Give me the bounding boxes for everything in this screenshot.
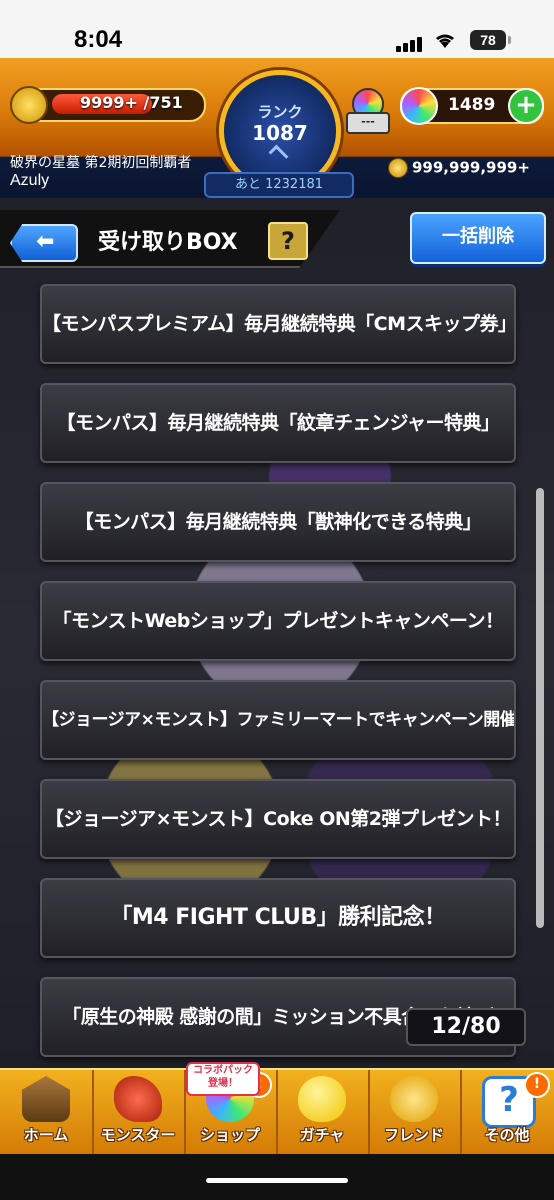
nav-label: その他 [484, 1126, 530, 1144]
stamina-icon [10, 86, 48, 124]
list-item[interactable]: 【ジョージア×モンスト】ファミリーマートでキャンペーン開催！ [40, 680, 516, 760]
gold-value: 999,999,999+ [412, 158, 530, 177]
next-rank-exp: あと 1232181 [204, 172, 354, 198]
list-item[interactable]: 「モンストWebショップ」プレゼントキャンペーン！ [40, 581, 516, 661]
message-title: 「モンストWebショップ」プレゼントキャンペーン！ [52, 610, 504, 632]
nav-label: モンスター [100, 1126, 176, 1144]
orb-slot-value: --- [346, 112, 390, 134]
help-button[interactable]: ? [268, 222, 308, 260]
message-title: 【モンパス】毎月継続特典「獣神化できる特典」 [74, 511, 482, 533]
list-item[interactable]: 【モンパスプレミアム】毎月継続特典「CMスキップ券」 [40, 284, 516, 364]
nav-gacha[interactable]: ガチャ [276, 1070, 370, 1156]
signal-icon [396, 33, 424, 52]
egg-icon [298, 1076, 346, 1122]
list-item[interactable]: 【モンパス】毎月継続特典「獣神化できる特典」 [40, 482, 516, 562]
nav-friend[interactable]: フレンド [368, 1070, 462, 1156]
rank-value: 1087 [252, 121, 308, 145]
stamina-bar[interactable]: 9999+ /751 [10, 86, 206, 124]
message-title: 【モンパスプレミアム】毎月継続特典「CMスキップ券」 [42, 313, 514, 335]
scrollbar[interactable] [536, 488, 544, 928]
list-item[interactable]: 「M4 FIGHT CLUB」勝利記念！ [40, 878, 516, 958]
orb-counter: 1489 + [400, 87, 544, 125]
nav-label: ショップ [199, 1126, 260, 1144]
nav-label: ガチャ [299, 1126, 345, 1144]
orb-count: 1489 [448, 95, 496, 115]
collab-pack-badge: コラボパック 登場！ [186, 1062, 260, 1096]
rank-label: ランク [257, 103, 303, 121]
orb-slot[interactable]: --- [346, 88, 390, 134]
dragon-icon [114, 1076, 162, 1122]
nav-label: フレンド [383, 1126, 444, 1144]
gold-coin-icon [388, 158, 408, 178]
nav-label: ホーム [23, 1126, 69, 1144]
message-title: 「M4 FIGHT CLUB」勝利記念！ [110, 905, 446, 930]
home-indicator [0, 1154, 554, 1200]
nav-monster[interactable]: モンスター [92, 1070, 186, 1156]
item-counter: 12/80 [406, 1008, 526, 1046]
inbox-screen: ⬅ 受け取りBOX ? 一括削除 【モンパスプレミアム】毎月継続特典「CMスキッ… [0, 198, 554, 1068]
nav-home[interactable]: ホーム [0, 1070, 94, 1156]
status-time: 8:04 [74, 26, 123, 53]
delete-all-button[interactable]: 一括削除 [410, 212, 546, 264]
gold-counter: 999,999,999+ [388, 158, 530, 178]
message-title: 【モンパス】毎月継続特典「紋章チェンジャー特典」 [56, 412, 500, 434]
add-orb-button[interactable]: + [508, 88, 544, 124]
back-arrow-icon: ⬅ [36, 229, 55, 254]
friends-icon [390, 1076, 438, 1122]
stamina-value: 9999+ /751 [80, 93, 183, 112]
battery-icon: 78 [470, 30, 511, 50]
page-title: 受け取りBOX [98, 230, 238, 255]
message-list: 【モンパスプレミアム】毎月継続特典「CMスキップ券」 【モンパス】毎月継続特典「… [40, 284, 516, 1068]
list-item[interactable]: 【モンパス】毎月継続特典「紋章チェンジャー特典」 [40, 383, 516, 463]
home-indicator-bar[interactable] [206, 1178, 348, 1183]
nav-other[interactable]: ? その他 ! [460, 1070, 554, 1156]
alert-icon: ! [524, 1072, 550, 1098]
message-title: 【ジョージア×モンスト】ファミリーマートでキャンペーン開催！ [42, 710, 514, 730]
bottom-nav: ホーム モンスター ショップ ! ガチャ フレンド ? その他 ! [0, 1068, 554, 1156]
list-item[interactable]: 【ジョージア×モンスト】Coke ON第2弾プレゼント！ [40, 779, 516, 859]
wifi-icon [436, 34, 454, 48]
orb-icon [400, 87, 438, 125]
chevron-up-icon [268, 144, 289, 165]
message-title: 【ジョージア×モンスト】Coke ON第2弾プレゼント！ [44, 808, 512, 830]
back-button[interactable]: ⬅ [10, 224, 78, 262]
player-title: 破界の星墓 第2期初回制覇者 [10, 155, 192, 171]
player-name: Azuly [10, 172, 50, 189]
castle-icon [22, 1076, 70, 1122]
